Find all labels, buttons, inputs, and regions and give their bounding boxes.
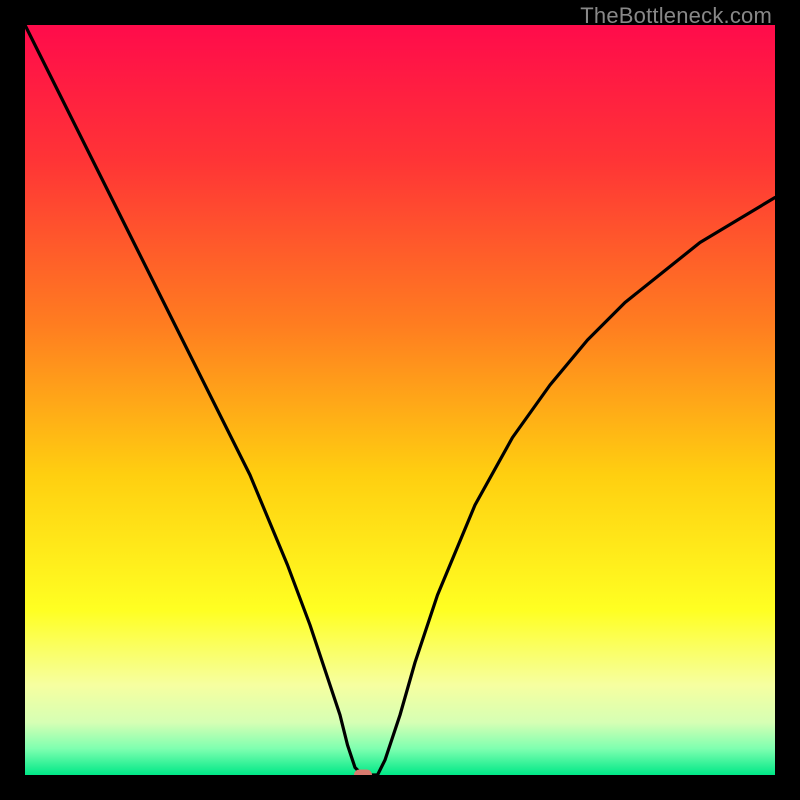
watermark-text: TheBottleneck.com (580, 3, 772, 29)
plot-area (25, 25, 775, 775)
bottleneck-curve (25, 25, 775, 775)
chart-frame: TheBottleneck.com (0, 0, 800, 800)
optimum-marker (354, 770, 372, 776)
